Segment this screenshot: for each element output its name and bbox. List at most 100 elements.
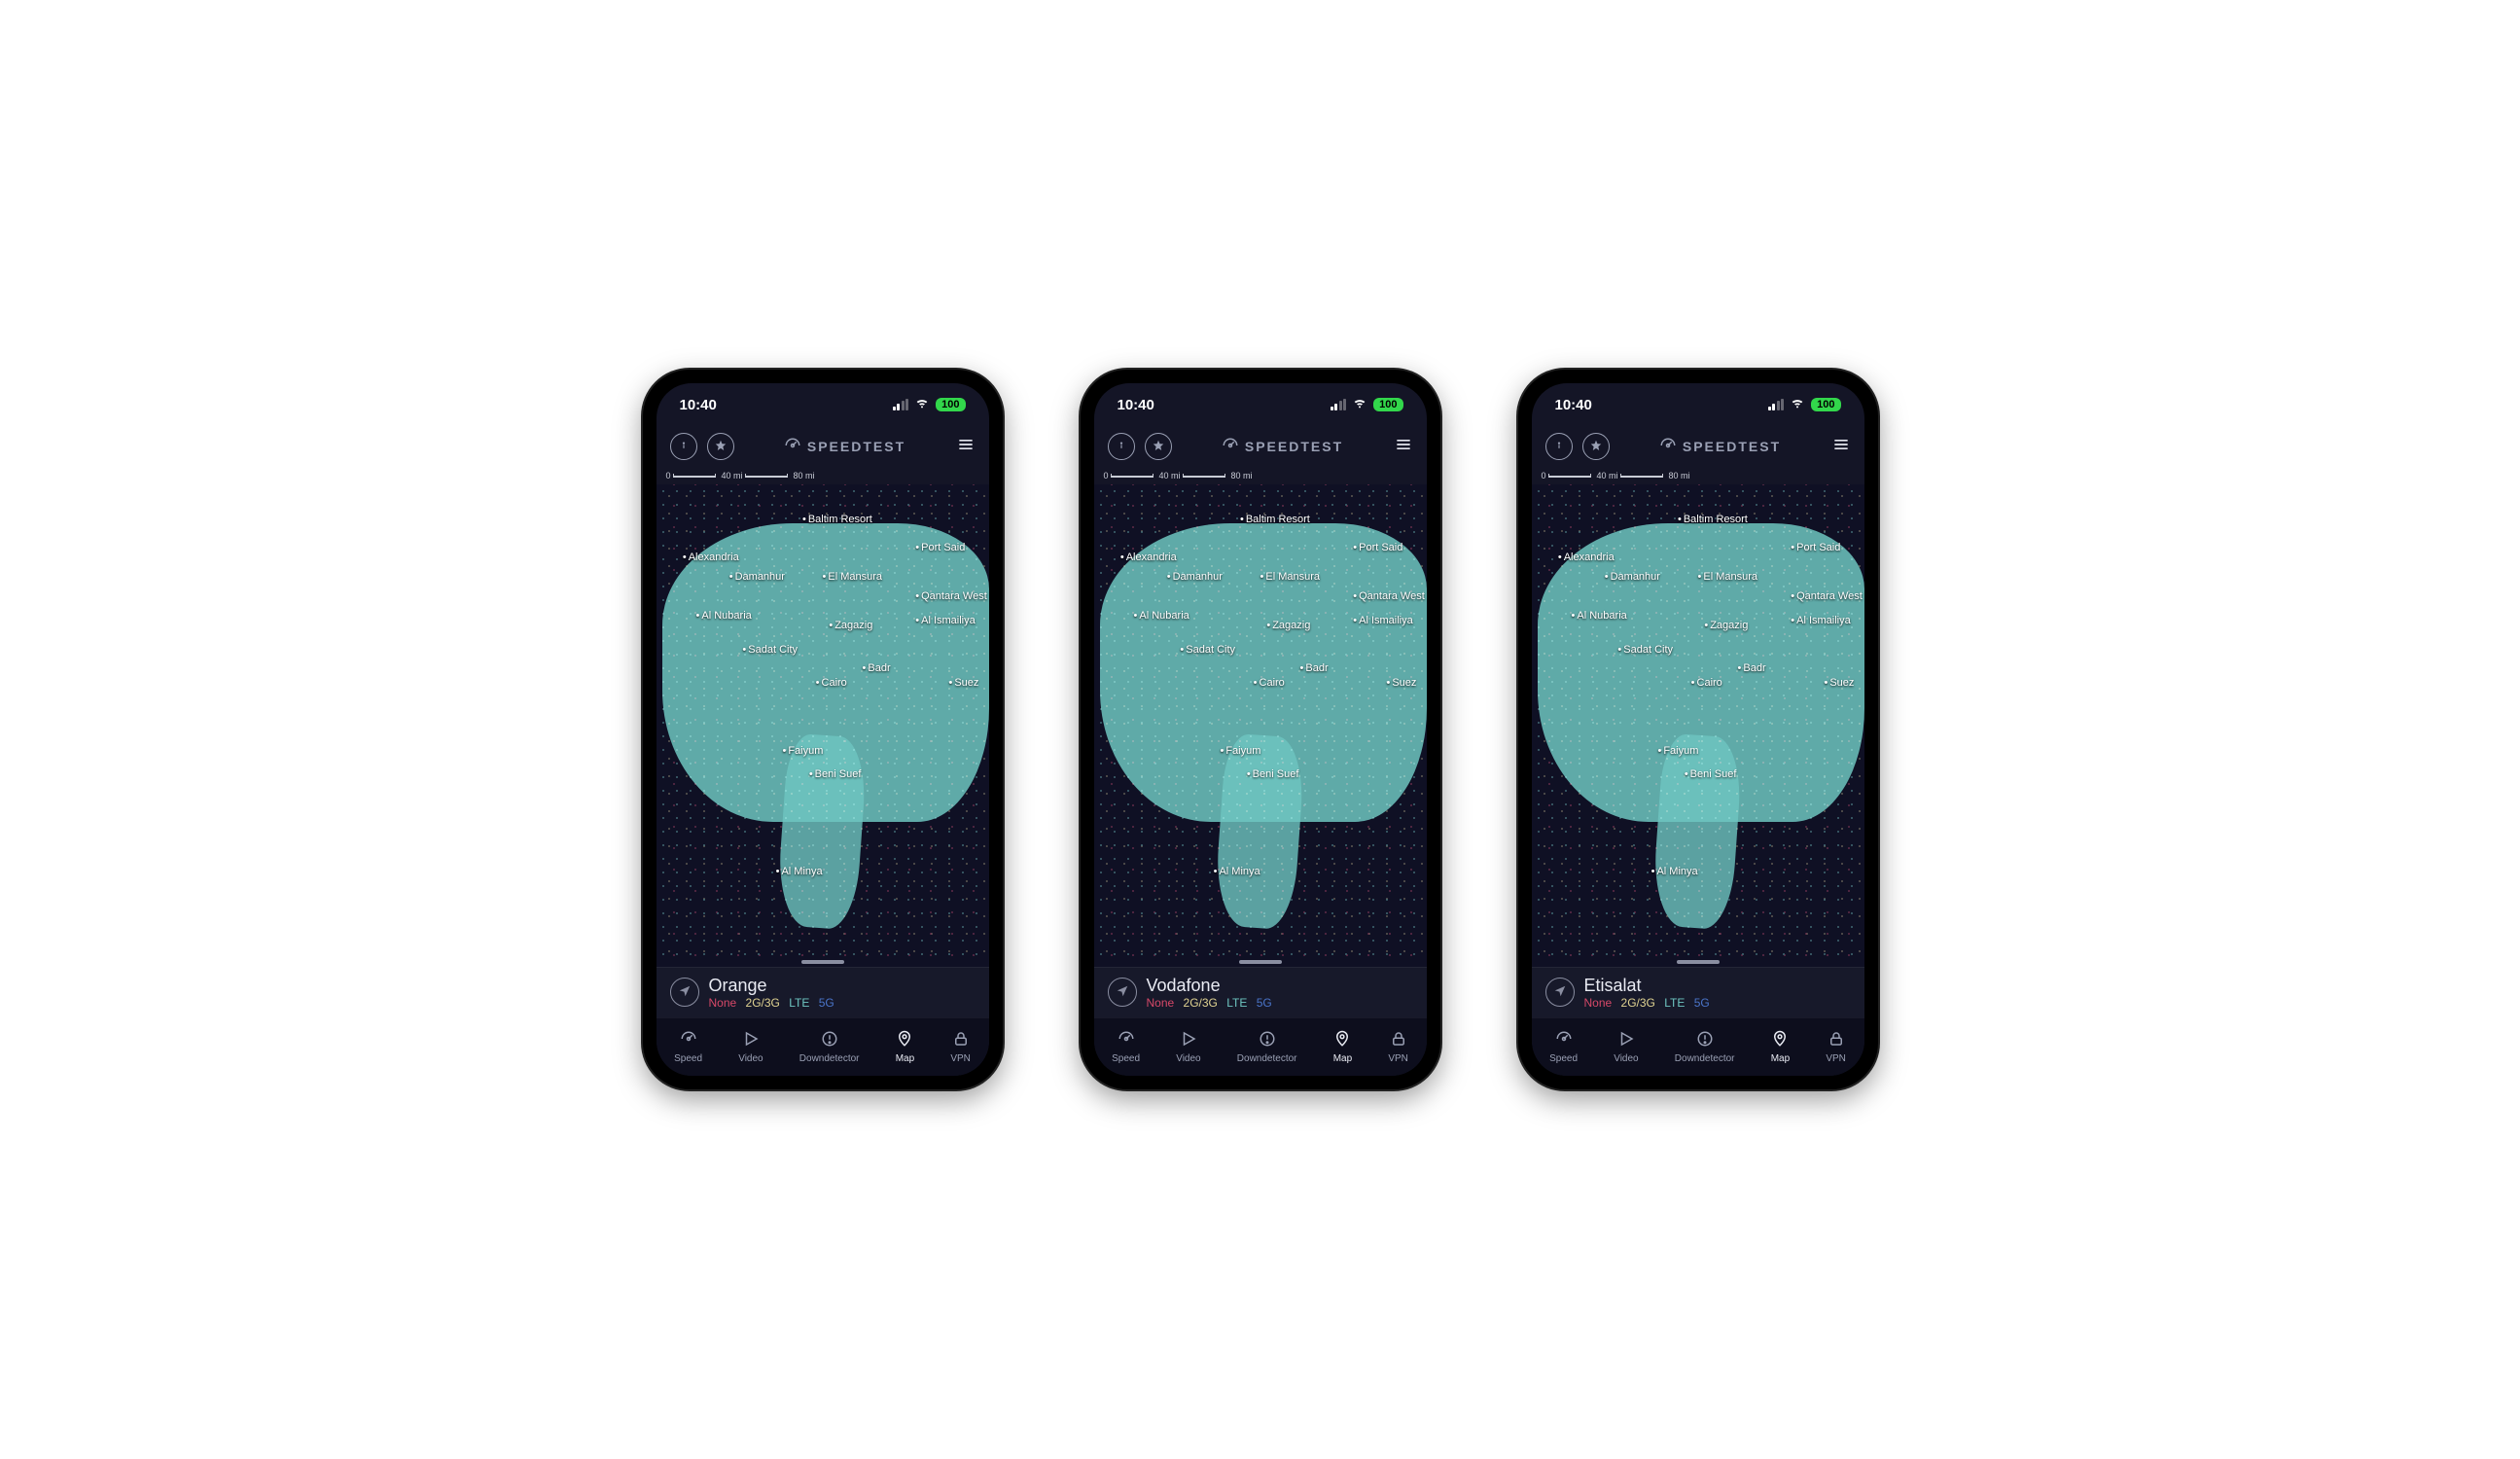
map-city-label: Qantara West <box>1353 590 1425 602</box>
pin-icon <box>896 1030 913 1051</box>
app-brand: SPEEDTEST <box>784 437 905 457</box>
pin-icon <box>1333 1030 1351 1051</box>
tab-vpn[interactable]: VPN <box>1388 1030 1408 1064</box>
brand-text: SPEEDTEST <box>1245 439 1343 454</box>
locate-button[interactable] <box>1108 978 1137 1007</box>
tab-label: Speed <box>1549 1053 1578 1064</box>
map-city-label: El Mansura <box>1698 571 1758 583</box>
app-header: SPEEDTEST <box>1094 426 1427 467</box>
coverage-map[interactable]: Baltim ResortAlexandriaPort SaidDamanhur… <box>1532 484 1864 967</box>
tab-label: Map <box>1771 1053 1790 1064</box>
battery-level: 100 <box>936 398 965 411</box>
legend: None 2G/3G LTE 5G <box>1584 996 1716 1010</box>
locate-button[interactable] <box>1545 978 1575 1007</box>
cellular-icon <box>1768 399 1785 410</box>
tab-bar: Speed Video Downdetector Map VPN <box>1532 1017 1864 1076</box>
legend-none: None <box>709 996 737 1010</box>
map-city-label: Beni Suef <box>809 768 862 780</box>
info-button[interactable] <box>1108 433 1135 460</box>
map-city-label: Badr <box>1738 662 1766 674</box>
app-brand: SPEEDTEST <box>1222 437 1343 457</box>
map-city-label: Beni Suef <box>1685 768 1737 780</box>
wifi-icon <box>1790 395 1805 414</box>
tab-label: Speed <box>1112 1053 1140 1064</box>
cellular-icon <box>1331 399 1347 410</box>
gauge-icon <box>784 437 801 457</box>
map-city-label: Zagazig <box>1704 620 1748 631</box>
map-city-label: Damanhur <box>1605 571 1660 583</box>
locate-button[interactable] <box>670 978 699 1007</box>
tab-downdetector[interactable]: Downdetector <box>799 1030 860 1064</box>
tab-label: Video <box>1614 1053 1638 1064</box>
map-city-label: El Mansura <box>823 571 883 583</box>
scale-end: 80 mi <box>1669 471 1690 480</box>
app-brand: SPEEDTEST <box>1659 437 1781 457</box>
menu-button[interactable] <box>1394 435 1413 459</box>
tab-label: Speed <box>674 1053 702 1064</box>
legend-lte: LTE <box>1664 996 1685 1010</box>
alert-icon <box>821 1030 838 1051</box>
tab-speed[interactable]: Speed <box>674 1030 702 1064</box>
map-city-label: Al Nubaria <box>1572 610 1627 622</box>
sheet-handle[interactable] <box>1239 960 1282 964</box>
carrier-name: Etisalat <box>1584 976 1716 996</box>
legend-lte: LTE <box>789 996 809 1010</box>
tab-video[interactable]: Video <box>738 1030 763 1064</box>
tab-map[interactable]: Map <box>896 1030 914 1064</box>
map-city-label: Al Ismailiya <box>1791 615 1850 626</box>
coverage-map[interactable]: Baltim ResortAlexandriaPort SaidDamanhur… <box>1094 484 1427 967</box>
carrier-sheet[interactable]: Vodafone None 2G/3G LTE 5G <box>1094 967 1427 1017</box>
lock-icon <box>952 1030 970 1051</box>
map-city-label: Suez <box>948 677 978 689</box>
nav-icon <box>1116 984 1129 1001</box>
info-icon <box>677 439 691 455</box>
legend: None 2G/3G LTE 5G <box>709 996 840 1010</box>
info-button[interactable] <box>1545 433 1573 460</box>
tab-video[interactable]: Video <box>1176 1030 1200 1064</box>
tab-vpn[interactable]: VPN <box>1826 1030 1846 1064</box>
tab-downdetector[interactable]: Downdetector <box>1237 1030 1297 1064</box>
map-city-label: Sadat City <box>1617 644 1673 656</box>
battery-level: 100 <box>1811 398 1840 411</box>
map-scale: 0 40 mi 80 mi <box>1532 467 1864 484</box>
coverage-map[interactable]: Baltim ResortAlexandriaPort SaidDamanhur… <box>657 484 989 967</box>
legend-lte: LTE <box>1226 996 1247 1010</box>
tab-vpn[interactable]: VPN <box>950 1030 971 1064</box>
tab-speed[interactable]: Speed <box>1549 1030 1578 1064</box>
carrier-sheet[interactable]: Etisalat None 2G/3G LTE 5G <box>1532 967 1864 1017</box>
tab-map[interactable]: Map <box>1333 1030 1352 1064</box>
sheet-handle[interactable] <box>1677 960 1720 964</box>
favorites-button[interactable] <box>1145 433 1172 460</box>
gauge-icon <box>1659 437 1677 457</box>
map-city-label: Faiyum <box>1657 745 1698 757</box>
tab-speed[interactable]: Speed <box>1112 1030 1140 1064</box>
tab-label: Video <box>738 1053 763 1064</box>
menu-icon <box>956 439 976 458</box>
star-icon <box>1152 439 1165 455</box>
info-button[interactable] <box>670 433 697 460</box>
carrier-sheet[interactable]: Orange None 2G/3G LTE 5G <box>657 967 989 1017</box>
favorites-button[interactable] <box>1582 433 1610 460</box>
map-city-label: El Mansura <box>1260 571 1321 583</box>
map-city-label: Al Ismailiya <box>1353 615 1412 626</box>
tab-video[interactable]: Video <box>1614 1030 1638 1064</box>
alert-icon <box>1696 1030 1714 1051</box>
status-time: 10:40 <box>1555 397 1592 413</box>
menu-button[interactable] <box>1831 435 1851 459</box>
tab-label: VPN <box>950 1053 971 1064</box>
star-icon <box>714 439 728 455</box>
menu-button[interactable] <box>956 435 976 459</box>
map-city-label: Badr <box>863 662 891 674</box>
tab-downdetector[interactable]: Downdetector <box>1675 1030 1735 1064</box>
scale-mid: 40 mi <box>722 471 743 480</box>
favorites-button[interactable] <box>707 433 734 460</box>
map-city-label: Al Ismailiya <box>915 615 975 626</box>
tab-map[interactable]: Map <box>1771 1030 1790 1064</box>
map-city-label: Al Minya <box>1651 866 1698 877</box>
map-city-label: Badr <box>1300 662 1329 674</box>
sheet-handle[interactable] <box>801 960 844 964</box>
map-city-label: Baltim Resort <box>1240 514 1310 525</box>
map-city-label: Zagazig <box>829 620 872 631</box>
scale-mid: 40 mi <box>1597 471 1618 480</box>
brand-text: SPEEDTEST <box>1683 439 1781 454</box>
